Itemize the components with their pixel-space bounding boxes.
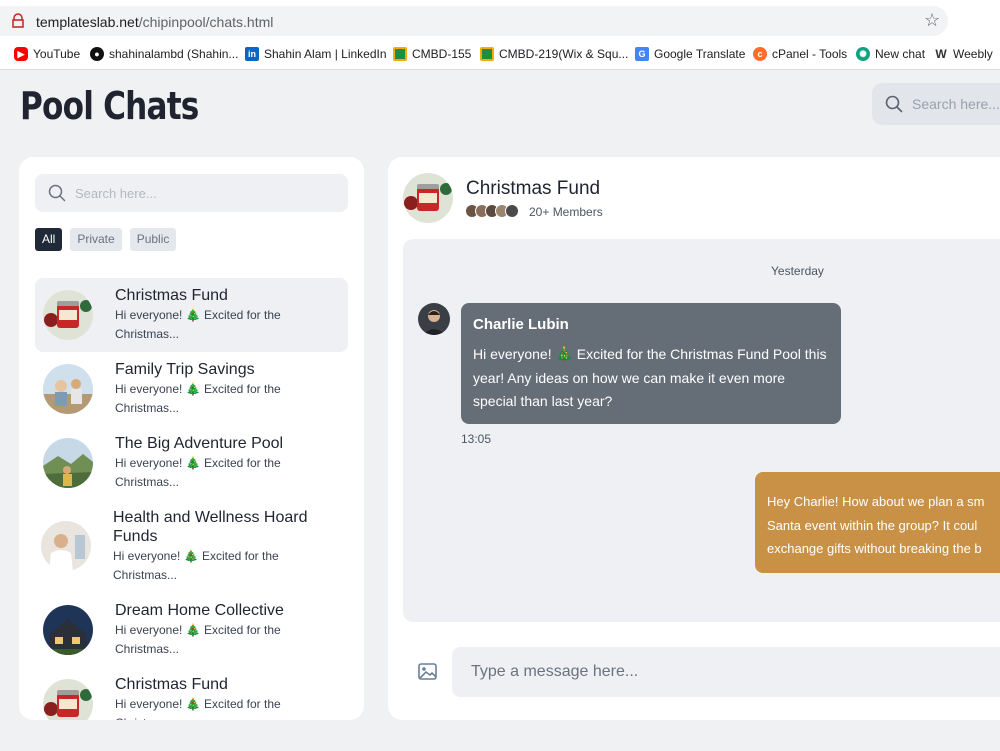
address-bar[interactable]: templateslab.net/chipinpool/chats.html ☆ [0, 6, 948, 36]
bookmark-cmbd-155[interactable]: CMBD-155 [393, 47, 471, 61]
chat-name: Health and Wellness Hoard Funds [113, 509, 308, 545]
member-avatars[interactable] [465, 204, 525, 218]
chat-preview: Hi everyone! 🎄 Excited for the Christmas… [113, 549, 279, 582]
chat-item-dream-home[interactable]: Dream Home Collective Hi everyone! 🎄 Exc… [35, 593, 348, 667]
bookmarks-bar: ▶ YouTube ● shahinalambd (Shahin... in Shah… [0, 40, 1000, 70]
outgoing-message: Hey Charlie! How about we plan a sm Sant… [755, 472, 1000, 573]
group-avatar [403, 173, 453, 223]
search-icon [48, 184, 66, 202]
bookmark-star-icon[interactable]: ☆ [924, 10, 940, 31]
github-icon: ● [90, 47, 104, 61]
chat-item-christmas-fund-2[interactable]: Christmas Fund Hi everyone! 🎄 Excited fo… [35, 667, 348, 720]
chat-avatar-dream-home [43, 605, 93, 655]
chat-avatar-christmas-fund [43, 679, 93, 720]
cpanel-icon: c [753, 47, 767, 61]
chat-name: Dream Home Collective [115, 602, 284, 619]
chat-avatar-christmas-fund [43, 290, 93, 340]
image-attach-icon[interactable] [418, 663, 437, 680]
chat-item-health-wellness[interactable]: Health and Wellness Hoard Funds Hi every… [35, 500, 348, 593]
chat-preview: Hi everyone! 🎄 Excited for the Christmas… [115, 382, 281, 415]
bookmark-google-translate[interactable]: G Google Translate [635, 47, 745, 61]
header-search[interactable] [872, 83, 1000, 125]
message-thread[interactable]: Yesterday Charlie Lubin Hi everyone! 🎄 E… [403, 239, 1000, 622]
chat-item-family-trip-savings[interactable]: Family Trip Savings Hi everyone! 🎄 Excit… [35, 352, 348, 426]
member-count: 20+ Members [529, 205, 603, 219]
chat-item-big-adventure-pool[interactable]: The Big Adventure Pool Hi everyone! 🎄 Ex… [35, 426, 348, 500]
page-title: Pool Chats [20, 84, 199, 128]
classroom-icon [393, 47, 407, 61]
chat-name: Christmas Fund [115, 287, 228, 304]
chat-preview: Hi everyone! 🎄 Excited for the Christmas… [115, 456, 281, 489]
bookmark-github[interactable]: ● shahinalambd (Shahin... [90, 47, 238, 61]
member-avatar [505, 204, 519, 218]
message-text: Hey Charlie! How about we plan a sm Sant… [767, 494, 985, 556]
conversation-title: Christmas Fund [466, 178, 601, 199]
incoming-message: Charlie Lubin Hi everyone! 🎄 Excited for… [461, 303, 841, 424]
chat-search-input[interactable] [75, 184, 325, 202]
message-composer[interactable] [452, 647, 1000, 697]
weebly-icon: W [934, 47, 948, 61]
sender-avatar[interactable] [418, 303, 450, 335]
filter-private[interactable]: Private [70, 228, 122, 251]
chat-name: The Big Adventure Pool [115, 435, 284, 452]
bookmark-new-chat[interactable]: ✺ New chat [856, 47, 925, 61]
chat-list-panel: All Private Public Christmas Fund Hi eve… [19, 157, 364, 720]
site-info-icon[interactable] [10, 13, 26, 29]
bookmark-linkedin[interactable]: in Shahin Alam | LinkedIn [245, 47, 387, 61]
message-time: 13:05 [461, 432, 492, 446]
chat-filters: All Private Public [35, 228, 177, 251]
translate-icon: G [635, 47, 649, 61]
message-sender: Charlie Lubin [473, 316, 569, 333]
chat-name: Christmas Fund [115, 676, 228, 693]
browser-toolbar: templateslab.net/chipinpool/chats.html ☆ [0, 0, 1000, 40]
chat-avatar-family-trip [43, 364, 93, 414]
filter-all[interactable]: All [35, 228, 63, 251]
chat-list: Christmas Fund Hi everyone! 🎄 Excited fo… [35, 278, 348, 720]
chat-avatar-big-adventure [43, 438, 93, 488]
url-text[interactable]: templateslab.net/chipinpool/chats.html [36, 14, 273, 30]
bookmark-cpanel[interactable]: c cPanel - Tools [753, 47, 847, 61]
bookmark-youtube[interactable]: ▶ YouTube [14, 47, 80, 61]
header-search-input[interactable] [912, 94, 1000, 114]
chat-search[interactable] [35, 174, 348, 212]
openai-icon: ✺ [856, 47, 870, 61]
chat-preview: Hi everyone! 🎄 Excited for the Christmas… [115, 697, 281, 720]
filter-public[interactable]: Public [129, 228, 177, 251]
linkedin-icon: in [245, 47, 259, 61]
bookmark-cmbd-219[interactable]: CMBD-219(Wix & Squ... [480, 47, 628, 61]
conversation-panel: Christmas Fund 20+ Members Yesterday Cha… [388, 157, 1000, 720]
day-separator: Yesterday [771, 264, 824, 278]
chat-avatar-health-wellness [41, 521, 91, 571]
classroom-icon [480, 47, 494, 61]
message-text: Hi everyone! 🎄 Excited for the Christmas… [473, 346, 827, 409]
bookmark-weebly[interactable]: W Weebly [934, 47, 993, 61]
chat-item-christmas-fund[interactable]: Christmas Fund Hi everyone! 🎄 Excited fo… [35, 278, 348, 352]
search-icon [885, 95, 903, 113]
chat-name: Family Trip Savings [115, 361, 255, 378]
chat-preview: Hi everyone! 🎄 Excited for the Christmas… [115, 308, 281, 341]
youtube-icon: ▶ [14, 47, 28, 61]
chat-preview: Hi everyone! 🎄 Excited for the Christmas… [115, 623, 281, 656]
message-input[interactable] [471, 661, 971, 683]
